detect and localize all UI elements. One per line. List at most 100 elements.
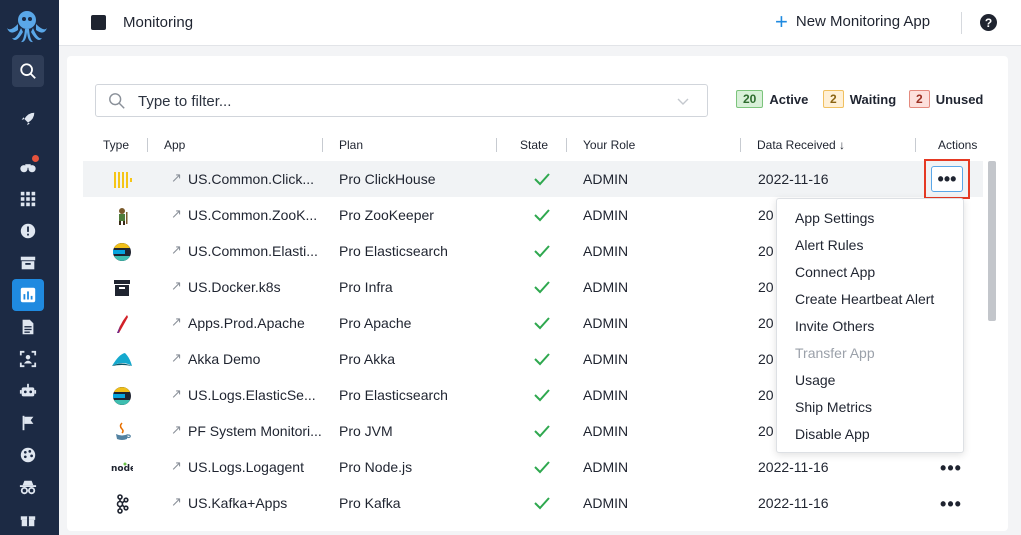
- table-header: Type App Plan State Your Role Data Recei…: [83, 134, 983, 154]
- external-link-icon[interactable]: ↗: [171, 242, 182, 258]
- new-monitoring-app-button[interactable]: + New Monitoring App: [775, 8, 930, 34]
- external-link-icon[interactable]: ↗: [171, 170, 182, 186]
- external-link-icon[interactable]: ↗: [171, 350, 182, 366]
- svg-text:node: node: [111, 464, 133, 474]
- app-name-link[interactable]: US.Common.Click...: [188, 171, 322, 187]
- plan-name: Pro JVM: [339, 423, 393, 439]
- rocket-icon: [21, 112, 35, 126]
- table-row[interactable]: node ↗ US.Logs.Logagent Pro Node.js ADMI…: [83, 449, 983, 485]
- sidebar-item-discover[interactable]: [12, 150, 44, 182]
- role-label: ADMIN: [583, 495, 629, 511]
- octopus-logo-icon[interactable]: [4, 6, 50, 46]
- data-received-date: 20: [758, 279, 774, 295]
- table-scrollbar[interactable]: [988, 161, 996, 321]
- sidebar-item-alerts[interactable]: [12, 215, 44, 247]
- help-icon[interactable]: ?: [980, 14, 997, 31]
- plan-name: Pro Infra: [339, 279, 393, 295]
- app-name-link[interactable]: US.Common.ZooK...: [188, 207, 322, 223]
- filter-box[interactable]: [95, 84, 708, 117]
- check-icon: [534, 461, 550, 474]
- unused-count[interactable]: 2 Unused: [909, 90, 983, 108]
- role-label: ADMIN: [583, 207, 629, 223]
- column-type[interactable]: Type: [103, 138, 129, 152]
- more-actions-highlight: •••: [924, 159, 970, 199]
- active-count-badge: 20: [736, 90, 764, 108]
- top-header: Monitoring + New Monitoring App ?: [59, 0, 1021, 46]
- column-your-role[interactable]: Your Role: [583, 138, 635, 152]
- sidebar-item-logs[interactable]: [12, 311, 44, 343]
- app-name-link[interactable]: PF System Monitori...: [188, 423, 322, 439]
- search-icon: [20, 63, 36, 79]
- menu-item-ship-metrics[interactable]: Ship Metrics: [777, 396, 963, 423]
- waiting-count[interactable]: 2 Waiting: [823, 90, 896, 108]
- app-name-link[interactable]: US.Kafka+Apps: [188, 495, 322, 511]
- sidebar: [0, 0, 59, 535]
- kafka-icon: [116, 494, 129, 514]
- menu-item-invite-others[interactable]: Invite Others: [777, 315, 963, 342]
- data-received-date: 20: [758, 315, 774, 331]
- table-row[interactable]: ↗ US.Common.Click... Pro ClickHouse ADMI…: [83, 161, 983, 197]
- active-count[interactable]: 20 Active: [736, 90, 808, 108]
- column-app[interactable]: App: [164, 138, 185, 152]
- plan-name: Pro Kafka: [339, 495, 401, 511]
- menu-item-transfer-app: Transfer App: [795, 345, 875, 361]
- more-actions-button[interactable]: •••: [935, 456, 967, 480]
- external-link-icon[interactable]: ↗: [171, 314, 182, 330]
- header-divider: [961, 12, 962, 34]
- menu-item-connect-app[interactable]: Connect App: [777, 261, 963, 288]
- external-link-icon[interactable]: ↗: [171, 278, 182, 294]
- filter-input[interactable]: [138, 89, 658, 113]
- column-separator: [496, 138, 497, 152]
- external-link-icon[interactable]: ↗: [171, 206, 182, 222]
- chevron-down-icon[interactable]: [677, 95, 689, 107]
- more-actions-button[interactable]: •••: [935, 492, 967, 516]
- sidebar-item-inbox[interactable]: [12, 247, 44, 279]
- role-label: ADMIN: [583, 459, 629, 475]
- sidebar-item-get-started[interactable]: [12, 103, 44, 135]
- plus-icon: +: [775, 8, 788, 34]
- sidebar-item-gift[interactable]: [12, 503, 44, 535]
- data-received-date: 20: [758, 207, 774, 223]
- sidebar-item-synthetics[interactable]: [12, 375, 44, 407]
- menu-item-alert-rules[interactable]: Alert Rules: [777, 234, 963, 261]
- sidebar-search-button[interactable]: [12, 55, 44, 87]
- app-name-link[interactable]: US.Common.Elasti...: [188, 243, 322, 259]
- menu-item-app-settings[interactable]: App Settings: [777, 207, 963, 234]
- role-label: ADMIN: [583, 387, 629, 403]
- column-data-received[interactable]: Data Received ↓: [757, 138, 845, 152]
- infra-icon: [114, 280, 130, 296]
- check-icon: [534, 245, 550, 258]
- alert-icon: [20, 223, 36, 239]
- menu-item-disable-app[interactable]: Disable App: [777, 423, 963, 450]
- elasticsearch-icon: [113, 387, 131, 405]
- external-link-icon[interactable]: ↗: [171, 458, 182, 474]
- active-count-label: Active: [769, 91, 809, 107]
- more-actions-button-active[interactable]: •••: [931, 166, 963, 192]
- role-label: ADMIN: [583, 243, 629, 259]
- column-state[interactable]: State: [520, 138, 548, 152]
- sidebar-item-experience[interactable]: [12, 343, 44, 375]
- sidebar-item-events[interactable]: [12, 407, 44, 439]
- data-received-date: 2022-11-16: [758, 459, 829, 475]
- document-icon: [22, 319, 34, 335]
- app-name-link[interactable]: US.Logs.ElasticSe...: [188, 387, 322, 403]
- sidebar-item-incognito[interactable]: [12, 471, 44, 503]
- menu-item-usage[interactable]: Usage: [777, 369, 963, 396]
- sidebar-item-dashboards[interactable]: [12, 183, 44, 215]
- external-link-icon[interactable]: ↗: [171, 386, 182, 402]
- menu-item-create-heartbeat-alert[interactable]: Create Heartbeat Alert: [777, 288, 963, 315]
- check-icon: [534, 425, 550, 438]
- table-row[interactable]: ↗ US.Kafka+Apps Pro Kafka ADMIN 2022-11-…: [83, 485, 983, 521]
- app-name-link[interactable]: Akka Demo: [188, 351, 322, 367]
- column-plan[interactable]: Plan: [339, 138, 363, 152]
- app-name-link[interactable]: US.Logs.Logagent: [188, 459, 322, 475]
- app-name-link[interactable]: US.Docker.k8s: [188, 279, 322, 295]
- sidebar-item-monitoring[interactable]: [12, 279, 44, 311]
- sidebar-item-integrations[interactable]: [12, 439, 44, 471]
- check-icon: [534, 281, 550, 294]
- role-label: ADMIN: [583, 351, 629, 367]
- external-link-icon[interactable]: ↗: [171, 494, 182, 510]
- external-link-icon[interactable]: ↗: [171, 422, 182, 438]
- app-name-link[interactable]: Apps.Prod.Apache: [188, 315, 322, 331]
- plan-name: Pro Akka: [339, 351, 396, 367]
